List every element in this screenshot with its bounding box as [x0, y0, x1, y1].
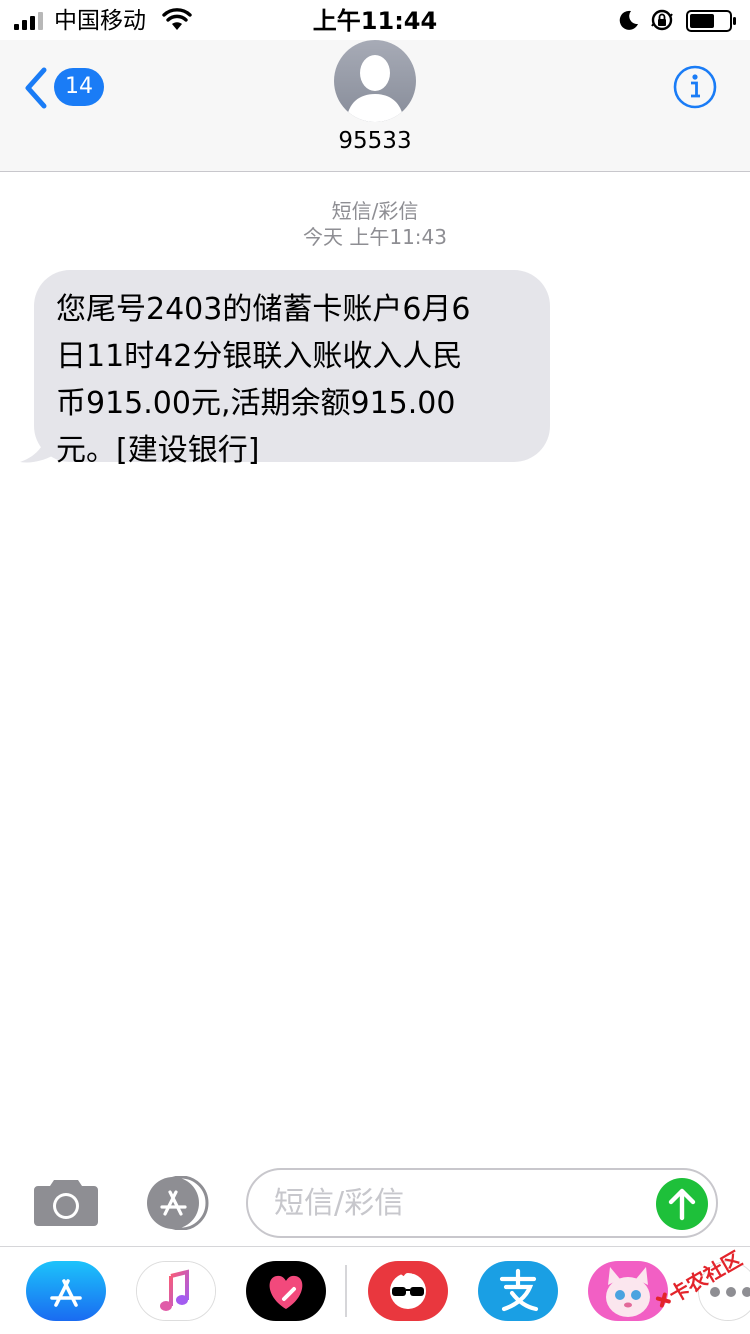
message-line: 币915.00元,活期余额915.00	[56, 386, 456, 421]
conversation-header: 14 95533	[0, 40, 750, 172]
arrow-up-icon	[668, 1188, 696, 1221]
alipay-app[interactable]	[478, 1261, 558, 1321]
input-placeholder: 短信/彩信	[274, 1186, 405, 1221]
site-watermark: 卡农社区	[655, 1246, 746, 1308]
back-button[interactable]: 14	[22, 66, 112, 110]
person-silhouette-icon	[346, 55, 404, 122]
status-bar: 中国移动 上午11:44	[0, 0, 750, 40]
message-line: 您尾号2403的储蓄卡账户6月6	[56, 292, 471, 327]
message-timestamp: 今天 上午11:43	[303, 225, 447, 249]
music-icon	[137, 1262, 215, 1320]
contact-avatar[interactable]	[334, 40, 416, 122]
message-line: 元。[建设银行]	[56, 433, 260, 468]
alipay-icon	[478, 1261, 558, 1321]
heart-app-icon	[246, 1261, 326, 1321]
battery-icon	[686, 10, 736, 32]
sunglasses-app[interactable]	[368, 1261, 448, 1321]
incoming-message-bubble[interactable]: 您尾号2403的储蓄卡账户6月6 日11时42分银联入账收入人民 币915.00…	[34, 270, 550, 468]
sunglasses-app-icon	[368, 1261, 448, 1321]
imessage-app-drawer	[0, 1246, 750, 1334]
chevron-left-icon	[25, 67, 47, 109]
heart-app[interactable]	[246, 1261, 326, 1321]
camera-icon[interactable]	[32, 1176, 100, 1228]
orientation-lock-icon	[651, 9, 673, 31]
message-service-label: 短信/彩信	[331, 199, 419, 223]
info-icon[interactable]	[672, 64, 718, 110]
unread-count-badge: 14	[54, 68, 104, 106]
contact-name[interactable]: 95533	[0, 126, 750, 156]
music-app[interactable]	[136, 1261, 216, 1321]
app-store-icon[interactable]	[140, 1176, 212, 1230]
message-line: 日11时42分银联入账收入人民	[56, 339, 463, 374]
app-store-app[interactable]	[26, 1261, 106, 1321]
do-not-disturb-icon	[619, 10, 638, 30]
app-store-icon	[26, 1261, 106, 1321]
drawer-separator	[345, 1265, 347, 1317]
send-button[interactable]	[656, 1178, 708, 1230]
message-input[interactable]: 短信/彩信	[246, 1168, 718, 1238]
watermark-text: 卡农社区	[665, 1246, 746, 1307]
